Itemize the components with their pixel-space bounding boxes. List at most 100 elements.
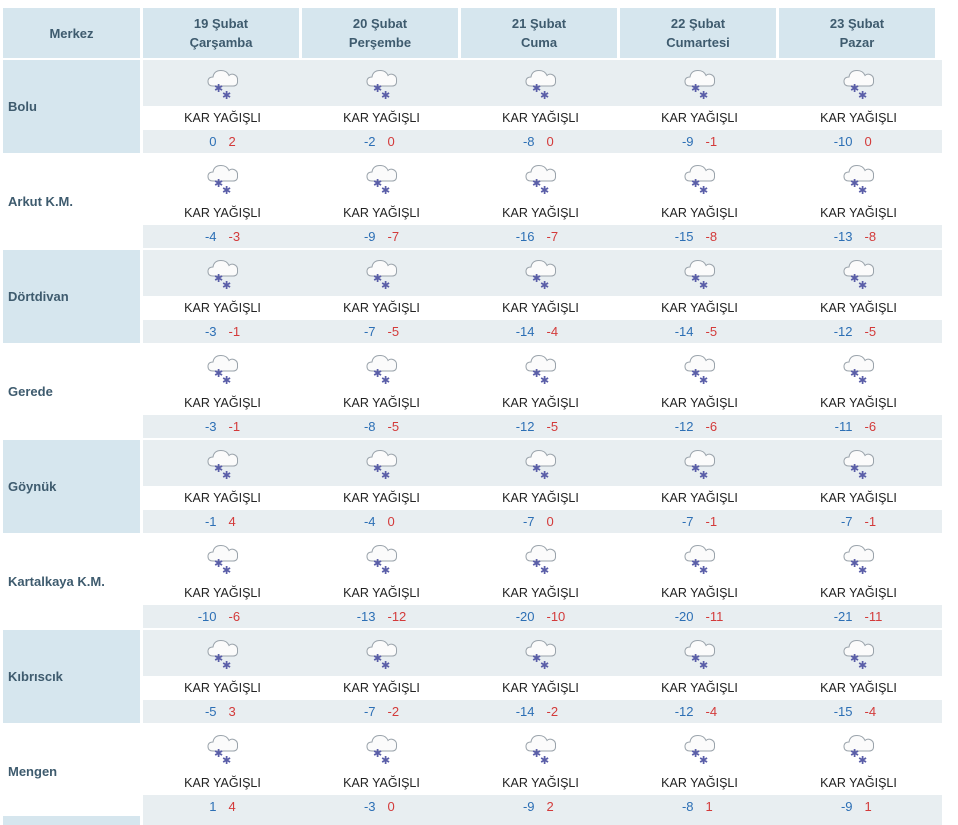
temperature-cell: -3 -1: [143, 415, 302, 438]
next-row-edge: [3, 816, 942, 825]
min-temperature: -7: [363, 704, 376, 719]
temperature-cell: -12 -6: [620, 415, 779, 438]
temperature-cell: 14: [143, 795, 302, 818]
condition-label: KAR YAĞIŞLI: [184, 586, 261, 600]
max-temperature: -4: [864, 704, 877, 719]
min-temperature: -14: [515, 324, 535, 339]
max-temperature: -1: [228, 324, 241, 339]
svg-text:✱: ✱: [222, 564, 231, 575]
station-column-header: Merkez: [3, 8, 140, 58]
temperature-cell: -10 -6: [143, 605, 302, 628]
condition-label: KAR YAĞIŞLI: [343, 586, 420, 600]
temperature-cell: -13 -12: [302, 605, 461, 628]
max-temperature: -1: [705, 134, 718, 149]
max-temperature: -8: [864, 229, 877, 244]
temperature-cell: -7 -1: [620, 510, 779, 533]
svg-text:✱: ✱: [699, 564, 708, 575]
svg-text:✱: ✱: [858, 279, 867, 290]
max-temperature: 0: [387, 799, 395, 814]
svg-text:✱: ✱: [222, 89, 231, 100]
temperature-cell: -8 0: [461, 130, 620, 153]
station-name: Gerede: [3, 345, 140, 438]
snow-cloud-icon: ✱ ✱: [302, 535, 461, 581]
condition-label: KAR YAĞIŞLI: [184, 206, 261, 220]
station-rows: Bolu ✱ ✱ ✱ ✱ ✱ ✱ ✱ ✱ ✱ ✱ KAR YAĞIŞLI KAR YAĞIŞLI KAR …: [3, 60, 942, 818]
svg-text:✱: ✱: [540, 184, 549, 195]
condition-label: KAR YAĞIŞLI: [502, 396, 579, 410]
svg-text:✱: ✱: [858, 374, 867, 385]
station-row: Kıbrıscık ✱ ✱ ✱ ✱ ✱ ✱ ✱ ✱ ✱ ✱ KAR YAĞIŞLI KAR YAĞIŞL…: [3, 630, 942, 723]
snow-cloud-icon: ✱ ✱: [143, 440, 302, 486]
temperature-cell: -1 4: [143, 510, 302, 533]
temperature-cell: -2 0: [302, 130, 461, 153]
svg-text:✱: ✱: [381, 184, 390, 195]
temperature-cell: -15 -8: [620, 225, 779, 248]
max-temperature: 0: [387, 514, 395, 529]
svg-text:✱: ✱: [540, 754, 549, 765]
condition-label: KAR YAĞIŞLI: [502, 301, 579, 315]
station-name: Kıbrıscık: [3, 630, 140, 723]
min-temperature: -9: [840, 799, 853, 814]
svg-text:✱: ✱: [540, 659, 549, 670]
condition-label: KAR YAĞIŞLI: [343, 111, 420, 125]
condition-label: KAR YAĞIŞLI: [184, 111, 261, 125]
snow-cloud-icon: ✱ ✱: [302, 440, 461, 486]
next-row-forecast-cell: [143, 816, 942, 825]
svg-text:✱: ✱: [858, 184, 867, 195]
snow-cloud-icon: ✱ ✱: [302, 345, 461, 391]
condition-label: KAR YAĞIŞLI: [661, 301, 738, 315]
svg-text:✱: ✱: [858, 659, 867, 670]
day-weekday: Cuma: [520, 35, 558, 50]
max-temperature: -10: [546, 609, 566, 624]
max-temperature: 0: [387, 134, 395, 149]
snow-cloud-icon: ✱ ✱: [620, 440, 779, 486]
condition-label: KAR YAĞIŞLI: [343, 491, 420, 505]
max-temperature: 3: [228, 704, 236, 719]
max-temperature: -5: [705, 324, 718, 339]
condition-label: KAR YAĞIŞLI: [502, 491, 579, 505]
snow-cloud-icon: ✱ ✱: [143, 535, 302, 581]
max-temperature: 0: [546, 134, 554, 149]
max-temperature: -12: [387, 609, 407, 624]
snow-cloud-icon: ✱ ✱: [779, 725, 938, 771]
next-row-station-cell: [3, 816, 140, 825]
station-row: Mengen ✱ ✱ ✱ ✱ ✱ ✱ ✱ ✱ ✱ ✱ KAR YAĞIŞLI KAR YAĞIŞLI KA…: [3, 725, 942, 818]
max-temperature: -1: [705, 514, 718, 529]
condition-label: KAR YAĞIŞLI: [502, 111, 579, 125]
min-temperature: -15: [674, 229, 694, 244]
condition-label: KAR YAĞIŞLI: [661, 681, 738, 695]
svg-text:✱: ✱: [381, 374, 390, 385]
station-name: Dörtdivan: [3, 250, 140, 343]
temperature-cell: -8 -5: [302, 415, 461, 438]
snow-cloud-icon: ✱ ✱: [461, 725, 620, 771]
temperature-cell: -15 -4: [779, 700, 938, 723]
min-temperature: -7: [840, 514, 853, 529]
min-temperature: -20: [515, 609, 535, 624]
day-header: 20 Şubat Perşembe: [302, 8, 458, 58]
snow-cloud-icon: ✱ ✱: [461, 535, 620, 581]
day-date: 20 Şubat: [352, 16, 408, 31]
temperature-cell: -4 -3: [143, 225, 302, 248]
max-temperature: 0: [864, 134, 872, 149]
svg-text:✱: ✱: [381, 754, 390, 765]
snow-cloud-icon: ✱ ✱: [779, 250, 938, 296]
min-temperature: -8: [522, 134, 535, 149]
temperature-cell: -7 0: [461, 510, 620, 533]
min-temperature: -12: [515, 419, 535, 434]
temperature-cell: -7 -5: [302, 320, 461, 343]
snow-cloud-icon: ✱ ✱: [779, 60, 938, 106]
snow-cloud-icon: ✱ ✱: [143, 630, 302, 676]
snow-cloud-icon: ✱ ✱: [620, 630, 779, 676]
snow-cloud-icon: ✱ ✱: [620, 60, 779, 106]
max-temperature: -7: [546, 229, 559, 244]
condition-label: KAR YAĞIŞLI: [820, 206, 897, 220]
condition-label: KAR YAĞIŞLI: [343, 681, 420, 695]
max-temperature: 2: [228, 134, 236, 149]
temperature-cell: -8 1: [620, 795, 779, 818]
svg-text:✱: ✱: [858, 89, 867, 100]
min-temperature: -13: [356, 609, 376, 624]
max-temperature: -11: [705, 609, 724, 624]
svg-text:✱: ✱: [540, 564, 549, 575]
snow-cloud-icon: ✱ ✱: [779, 345, 938, 391]
snow-cloud-icon: ✱ ✱: [461, 345, 620, 391]
